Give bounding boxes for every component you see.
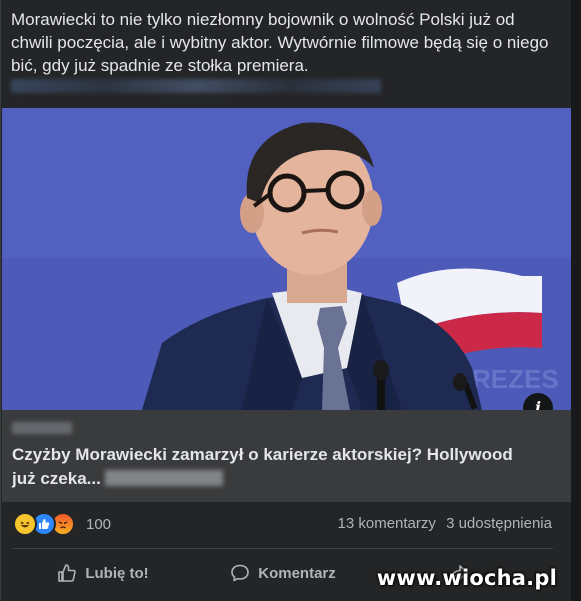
comment-label: Komentarz: [258, 564, 336, 582]
link-title[interactable]: Czyżby Morawiecki zamarzył o karierze ak…: [12, 443, 532, 491]
link-preview-card[interactable]: Czyżby Morawiecki zamarzył o karierze ak…: [2, 410, 571, 502]
reaction-count: 100: [86, 515, 112, 533]
comment-button[interactable]: Komentarz: [193, 556, 373, 590]
like-label: Lubię to!: [85, 564, 149, 582]
like-button[interactable]: Lubię to!: [13, 556, 193, 590]
link-title-text: Czyżby Morawiecki zamarzył o karierze ak…: [12, 445, 513, 488]
divider: [13, 548, 553, 549]
watermark: www.wiocha.pl: [376, 566, 557, 590]
post-stats: 13 komentarzy 3 udostępnienia: [338, 515, 553, 532]
shares-count[interactable]: 3 udostępnienia: [446, 515, 552, 532]
comments-count[interactable]: 13 komentarzy: [338, 515, 436, 532]
haha-icon: [13, 512, 37, 536]
comment-icon: [231, 564, 250, 582]
blurred-domain: [12, 422, 72, 434]
blurred-title-fragment: [104, 470, 223, 486]
post-text: Morawiecki to nie tylko niezłomny bojown…: [11, 10, 549, 75]
blurred-link: [11, 79, 381, 93]
reactions-summary[interactable]: 100: [13, 512, 111, 536]
thumbs-up-icon: [58, 564, 77, 582]
politician-photo: REZES: [2, 108, 571, 410]
facebook-post: Morawiecki to nie tylko niezłomny bojown…: [0, 0, 571, 601]
post-photo[interactable]: REZES: [2, 108, 571, 410]
svg-text:REZES: REZES: [472, 364, 559, 394]
